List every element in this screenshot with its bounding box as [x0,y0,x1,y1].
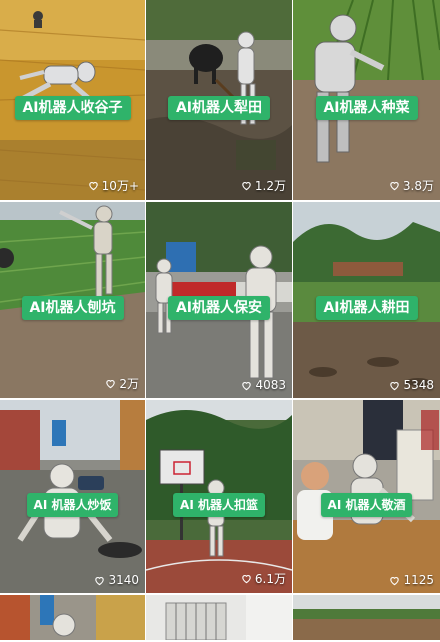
like-count: 3.8万 [389,177,434,194]
video-card-digging[interactable]: AI机器人刨坑 2万 [0,202,145,398]
video-card-dunk[interactable]: AI 机器人扣篮 6.1万 [146,400,292,593]
heart-outline-icon [390,181,399,191]
heart-outline-icon [242,381,252,390]
video-card-plowing[interactable]: AI机器人犁田 1.2万 [146,0,292,200]
video-title: AI 机器人扣篮 [173,492,265,517]
video-card-partial-2[interactable] [146,595,292,640]
video-card-partial-3[interactable] [293,595,440,640]
like-count: 4083 [241,378,286,392]
heart-outline-icon [95,576,105,585]
video-title: AI机器人保安 [167,296,271,321]
like-count: 2万 [105,375,139,392]
video-card-fried-rice[interactable]: AI 机器人炒饭 3140 [0,400,145,593]
heart-outline-icon [390,381,400,390]
heart-outline-icon [88,181,98,191]
heart-outline-icon [242,181,251,191]
like-count: 3140 [94,573,139,587]
video-card-harvest[interactable]: AI机器人收谷子 10万+ [0,0,145,200]
heart-outline-icon [106,379,116,389]
video-title: AI机器人种菜 [315,96,418,120]
video-card-security[interactable]: AI机器人保安 4083 [146,202,292,398]
video-grid: AI机器人收谷子 10万+ AI机器人犁田 1.2万 AI机器人种菜 3.8万 … [0,0,440,642]
video-title: AI机器人刨坑 [21,296,124,321]
like-count: 10万+ [88,177,139,194]
video-title: AI机器人耕田 [315,296,418,321]
video-card-vegetables[interactable]: AI机器人种菜 3.8万 [293,0,440,200]
video-title: AI 机器人炒饭 [26,492,119,517]
thumbnail-partial-1 [0,595,145,640]
like-count: 6.1万 [241,570,286,587]
video-card-toast[interactable]: AI 机器人敬酒 1125 [293,400,440,593]
thumbnail-partial-2 [146,595,292,640]
video-title: AI 机器人敬酒 [320,492,413,517]
like-count: 1.2万 [241,177,286,194]
like-count: 5348 [389,378,434,392]
like-count: 1125 [389,573,434,587]
thumbnail-partial-3 [293,595,440,640]
heart-outline-icon [242,574,251,584]
video-title: AI机器人收谷子 [14,96,131,120]
video-card-tilling[interactable]: AI机器人耕田 5348 [293,202,440,398]
heart-outline-icon [390,576,400,585]
video-card-partial-1[interactable] [0,595,145,640]
video-title: AI机器人犁田 [167,96,271,120]
